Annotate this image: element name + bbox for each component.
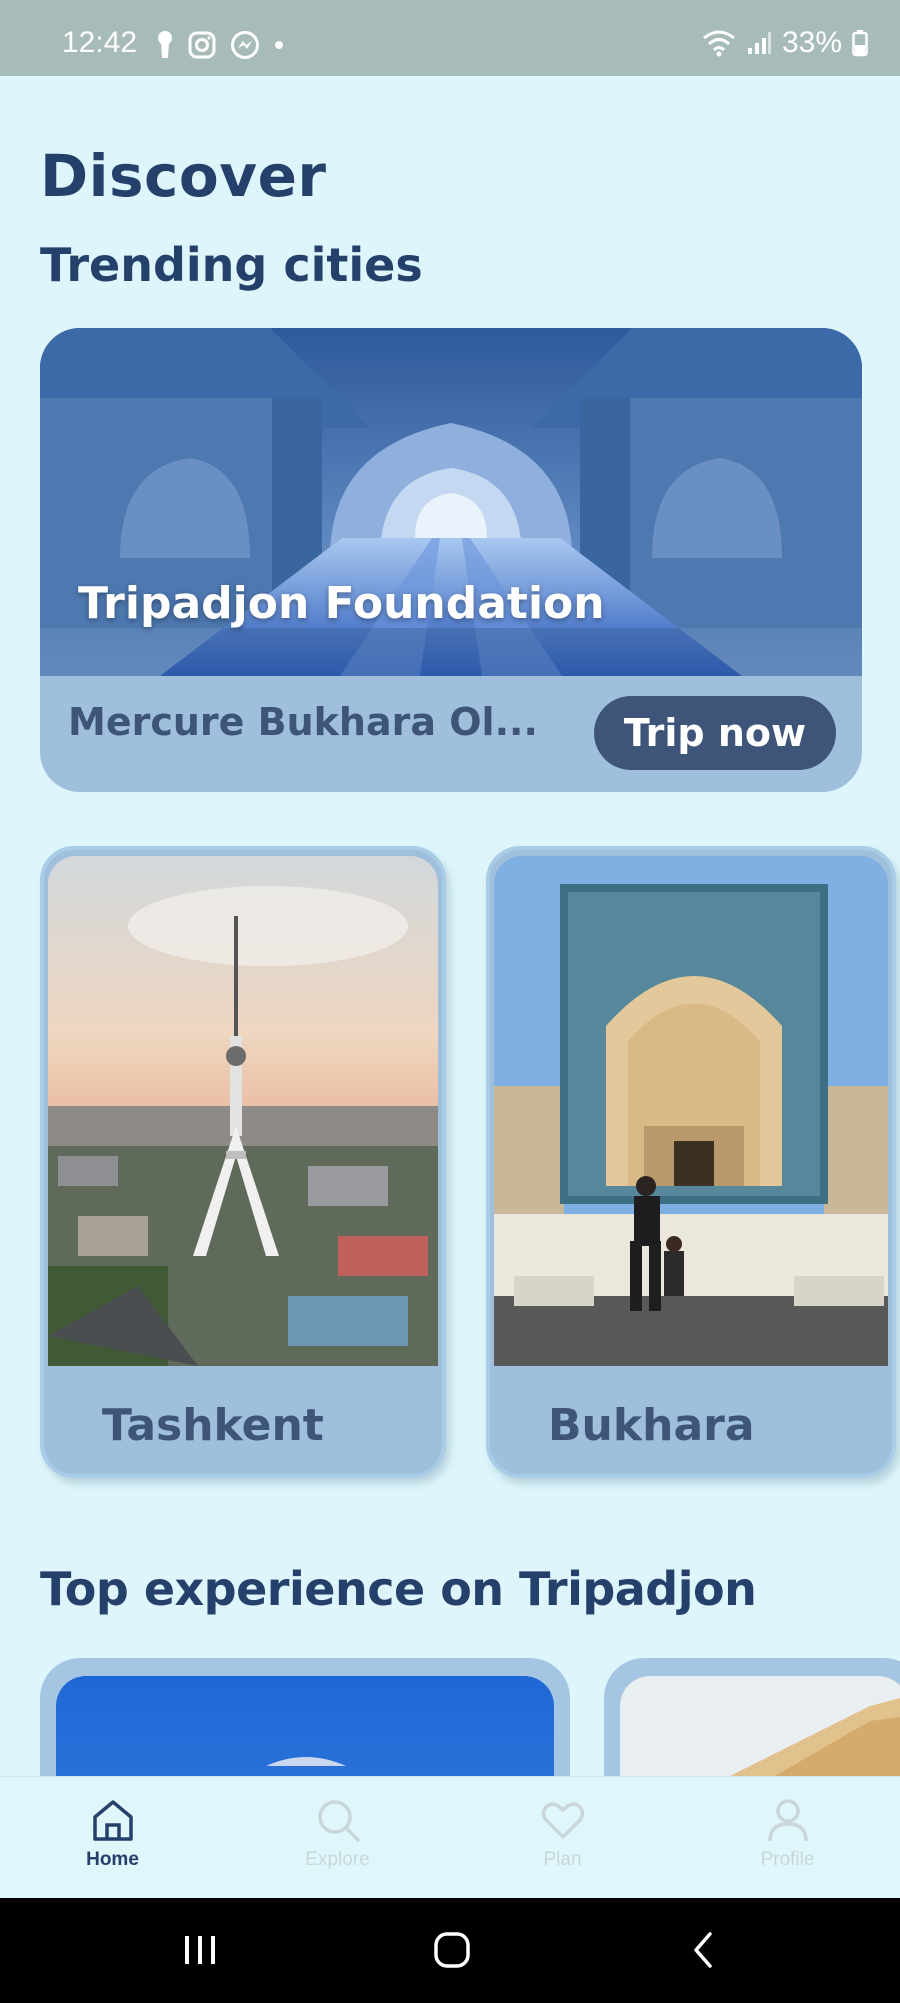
tashkent-photo <box>48 856 438 1366</box>
signal-icon <box>747 32 771 54</box>
battery-percent: 33% <box>781 26 842 59</box>
wifi-icon <box>703 30 735 57</box>
bottom-nav: Home Explore Plan Profile <box>0 1776 900 1898</box>
experience-photo <box>56 1676 554 1778</box>
messenger-icon <box>231 31 259 59</box>
system-indicators: 33% <box>702 26 868 60</box>
featured-photo-title: Tripadjon Foundation <box>78 578 605 629</box>
experience-card[interactable] <box>604 1658 900 1778</box>
bukhara-photo <box>494 856 888 1366</box>
dot-icon <box>275 41 283 49</box>
experience-card[interactable] <box>40 1658 570 1778</box>
back-icon[interactable] <box>688 1930 718 1970</box>
user-icon <box>767 1799 808 1842</box>
featured-card[interactable]: Tripadjon Foundation Mercure Bukhara Ol.… <box>40 328 862 792</box>
city-card-tashkent[interactable]: Tashkent <box>40 846 446 1478</box>
battery-icon <box>852 30 868 57</box>
notification-icons <box>156 30 284 60</box>
status-bar: 12:42 33% <box>0 0 900 76</box>
home-icon <box>92 1800 133 1841</box>
instagram-icon <box>188 31 216 59</box>
search-icon <box>317 1800 360 1842</box>
trip-now-button[interactable]: Trip now <box>594 696 836 770</box>
city-card-bukhara[interactable]: Bukhara <box>486 846 896 1478</box>
system-nav-bar <box>0 1898 900 2003</box>
experience-heading: Top experience on Tripadjon <box>40 1562 757 1616</box>
nav-home[interactable]: Home <box>0 1777 225 1899</box>
nav-profile-label: Profile <box>760 1849 815 1870</box>
featured-subtitle: Mercure Bukhara Ol... <box>68 700 538 744</box>
page-title: Discover <box>40 142 327 210</box>
heart-icon <box>541 1802 584 1839</box>
keyhole-icon <box>158 31 172 58</box>
trending-heading: Trending cities <box>40 238 423 292</box>
experience-photo <box>620 1676 900 1778</box>
nav-explore[interactable]: Explore <box>225 1777 450 1899</box>
nav-home-label: Home <box>86 1849 139 1870</box>
city-name-bukhara: Bukhara <box>548 1400 755 1451</box>
nav-profile[interactable]: Profile <box>675 1777 900 1899</box>
home-system-icon[interactable] <box>432 1930 472 1970</box>
city-name-tashkent: Tashkent <box>102 1400 324 1451</box>
recent-apps-icon[interactable] <box>182 1930 218 1970</box>
nav-plan[interactable]: Plan <box>450 1777 675 1899</box>
nav-plan-label: Plan <box>543 1849 582 1870</box>
status-time: 12:42 <box>62 26 138 59</box>
nav-explore-label: Explore <box>305 1849 370 1870</box>
